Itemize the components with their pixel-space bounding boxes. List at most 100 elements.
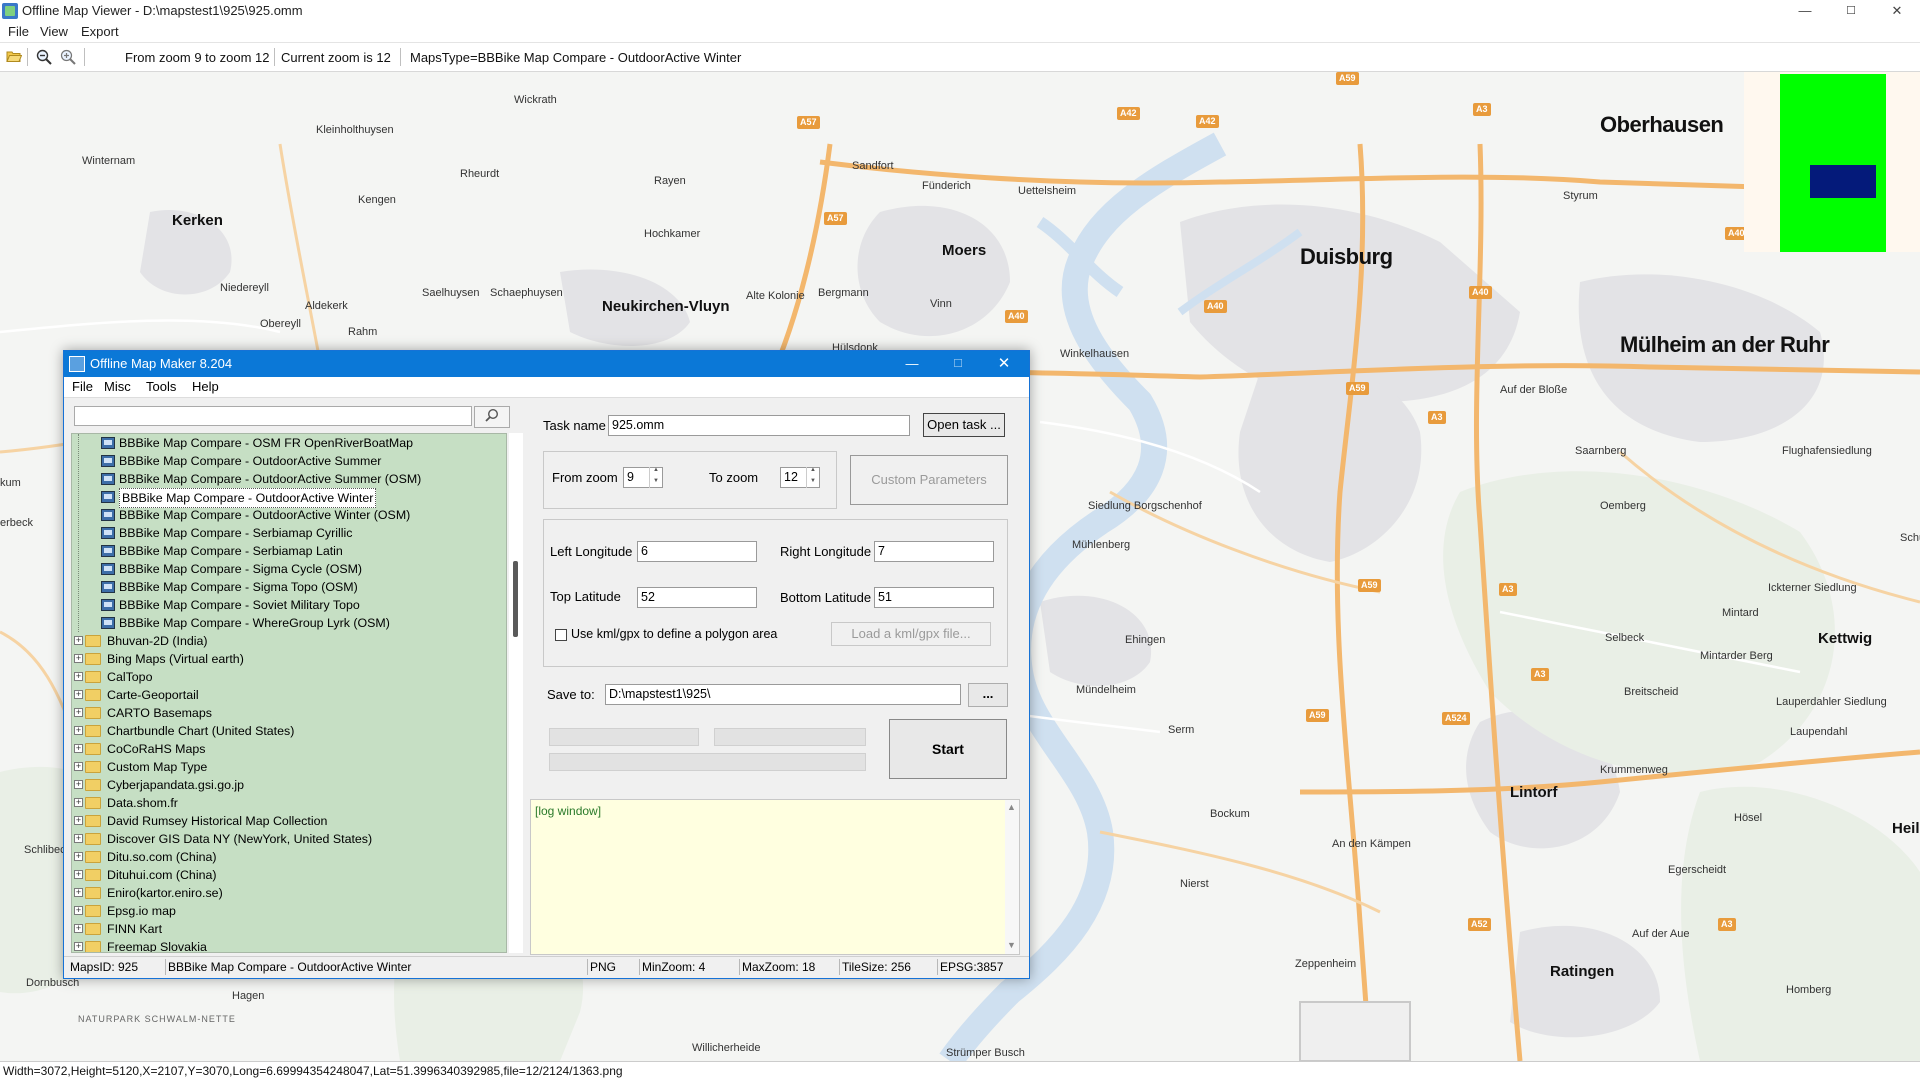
expand-icon[interactable]: + (74, 654, 83, 663)
tree-item-map-type[interactable]: BBBike Map Compare - OutdoorActive Winte… (72, 506, 506, 524)
menu-file[interactable]: File (8, 24, 29, 39)
zoom-out-icon[interactable] (35, 49, 53, 65)
place-label: Bockum (1210, 808, 1250, 820)
start-button[interactable]: Start (889, 719, 1007, 779)
tree-item-folder[interactable]: + CalTopo (72, 668, 506, 686)
expand-icon[interactable]: + (74, 672, 83, 681)
tree-item-folder[interactable]: + Cyberjapandata.gsi.go.jp (72, 776, 506, 794)
dialog-menu-misc[interactable]: Misc (104, 379, 131, 394)
maximize-button[interactable]: ☐ (1828, 0, 1874, 22)
tree-item-map-type[interactable]: BBBike Map Compare - OSM FR OpenRiverBoa… (72, 434, 506, 452)
tree-item-folder[interactable]: + Epsg.io map (72, 902, 506, 920)
tree-item-folder[interactable]: + CARTO Basemaps (72, 704, 506, 722)
dialog-minimize-button[interactable]: — (889, 351, 935, 377)
tree-item-map-type[interactable]: BBBike Map Compare - Sigma Cycle (OSM) (72, 560, 506, 578)
top-latitude-input[interactable]: 52 (637, 587, 757, 608)
bottom-latitude-input[interactable]: 51 (874, 587, 994, 608)
to-zoom-spinner[interactable] (806, 467, 821, 488)
expand-icon[interactable]: + (74, 942, 83, 951)
status-separator (587, 959, 588, 975)
tree-item-folder[interactable]: + Discover GIS Data NY (NewYork, United S… (72, 830, 506, 848)
from-zoom-spinner[interactable] (649, 467, 664, 488)
minimize-button[interactable]: — (1782, 0, 1828, 22)
expand-icon[interactable]: + (74, 690, 83, 699)
scroll-down-icon[interactable]: ▼ (1007, 940, 1016, 950)
expand-icon[interactable]: + (74, 816, 83, 825)
tree-item-map-type[interactable]: BBBike Map Compare - OutdoorActive Winte… (72, 488, 506, 508)
scroll-up-icon[interactable]: ▲ (1007, 802, 1016, 812)
place-label: Krummenweg (1600, 764, 1668, 776)
tree-item-folder[interactable]: + Bing Maps (Virtual earth) (72, 650, 506, 668)
minimap[interactable] (1744, 72, 1920, 252)
load-kml-button[interactable]: Load a kml/gpx file... (831, 622, 991, 646)
expand-icon[interactable]: + (74, 852, 83, 861)
expand-icon[interactable]: + (74, 636, 83, 645)
log-window[interactable]: [log window] ▲ ▼ (530, 799, 1020, 955)
tree-item-folder[interactable]: + FINN Kart (72, 920, 506, 938)
custom-parameters-button[interactable]: Custom Parameters (850, 455, 1008, 505)
tree-item-folder[interactable]: + Carte-Geoportail (72, 686, 506, 704)
tree-item-label: Data.shom.fr (107, 796, 178, 810)
expand-icon[interactable]: + (74, 780, 83, 789)
tree-item-map-type[interactable]: BBBike Map Compare - Serbiamap Latin (72, 542, 506, 560)
tree-item-map-type[interactable]: BBBike Map Compare - OutdoorActive Summe… (72, 470, 506, 488)
expand-icon[interactable]: + (74, 744, 83, 753)
scrollbar-thumb[interactable] (513, 561, 518, 637)
tree-item-folder[interactable]: + CoCoRaHS Maps (72, 740, 506, 758)
dialog-menu-tools[interactable]: Tools (146, 379, 176, 394)
tree-item-folder[interactable]: + Bhuvan-2D (India) (72, 632, 506, 650)
expand-icon[interactable]: + (74, 870, 83, 879)
zoom-in-icon[interactable] (59, 49, 77, 65)
tree-item-folder[interactable]: + Data.shom.fr (72, 794, 506, 812)
highway-shield: A42 (1196, 115, 1219, 128)
close-button[interactable]: ✕ (1874, 0, 1920, 22)
expand-icon[interactable]: + (74, 888, 83, 897)
tree-connector (78, 434, 79, 632)
tree-item-folder[interactable]: + Custom Map Type (72, 758, 506, 776)
menu-export[interactable]: Export (81, 24, 119, 39)
expand-icon[interactable]: + (74, 762, 83, 771)
left-longitude-input[interactable]: 6 (637, 541, 757, 562)
dialog-menu-help[interactable]: Help (192, 379, 219, 394)
right-longitude-input[interactable]: 7 (874, 541, 994, 562)
expand-icon[interactable]: + (74, 798, 83, 807)
dialog-close-button[interactable]: ✕ (981, 351, 1027, 377)
menu-view[interactable]: View (40, 24, 68, 39)
save-to-input[interactable]: D:\mapstest1\925\ (605, 684, 961, 705)
tree-item-folder[interactable]: + Chartbundle Chart (United States) (72, 722, 506, 740)
kml-checkbox[interactable] (555, 629, 567, 641)
dialog-menu-file[interactable]: File (72, 379, 93, 394)
tree-item-folder[interactable]: + Dituhui.com (China) (72, 866, 506, 884)
expand-icon[interactable]: + (74, 726, 83, 735)
open-folder-icon[interactable] (5, 49, 23, 65)
expand-icon[interactable]: + (74, 708, 83, 717)
dialog-titlebar[interactable]: Offline Map Maker 8.204 — ☐ ✕ (64, 351, 1029, 377)
tree-item-map-type[interactable]: BBBike Map Compare - Sigma Topo (OSM) (72, 578, 506, 596)
dialog-maximize-button[interactable]: ☐ (935, 351, 981, 377)
tree-item-folder[interactable]: + Ditu.so.com (China) (72, 848, 506, 866)
minimap-viewport[interactable] (1810, 165, 1876, 198)
tree-item-map-type[interactable]: BBBike Map Compare - Soviet Military Top… (72, 596, 506, 614)
tree-item-map-type[interactable]: BBBike Map Compare - WhereGroup Lyrk (OS… (72, 614, 506, 632)
expand-icon[interactable]: + (74, 906, 83, 915)
expand-icon[interactable]: + (74, 834, 83, 843)
tree-item-folder[interactable]: + Freemap Slovakia (72, 938, 506, 952)
tree-item-label: BBBike Map Compare - Serbiamap Latin (119, 544, 343, 558)
tree-item-folder[interactable]: + David Rumsey Historical Map Collection (72, 812, 506, 830)
tree-item-label: Ditu.so.com (China) (107, 850, 217, 864)
task-name-input[interactable]: 925.omm (608, 415, 910, 436)
task-name-label: Task name (543, 418, 606, 433)
map-type-tree[interactable]: BBBike Map Compare - OSM FR OpenRiverBoa… (71, 433, 507, 953)
search-button[interactable] (474, 406, 510, 428)
tree-item-label: BBBike Map Compare - Sigma Cycle (OSM) (119, 562, 363, 576)
window-title: Offline Map Viewer - D:\mapstest1\925\92… (22, 3, 303, 18)
tree-scrollbar[interactable] (509, 433, 523, 953)
tree-item-map-type[interactable]: BBBike Map Compare - OutdoorActive Summe… (72, 452, 506, 470)
browse-folder-button[interactable]: ... (968, 683, 1008, 707)
log-scrollbar[interactable]: ▲ ▼ (1005, 800, 1019, 954)
open-task-button[interactable]: Open task ... (923, 413, 1005, 437)
expand-icon[interactable]: + (74, 924, 83, 933)
map-search-input[interactable] (74, 406, 472, 426)
tree-item-folder[interactable]: + Eniro(kartor.eniro.se) (72, 884, 506, 902)
tree-item-map-type[interactable]: BBBike Map Compare - Serbiamap Cyrillic (72, 524, 506, 542)
